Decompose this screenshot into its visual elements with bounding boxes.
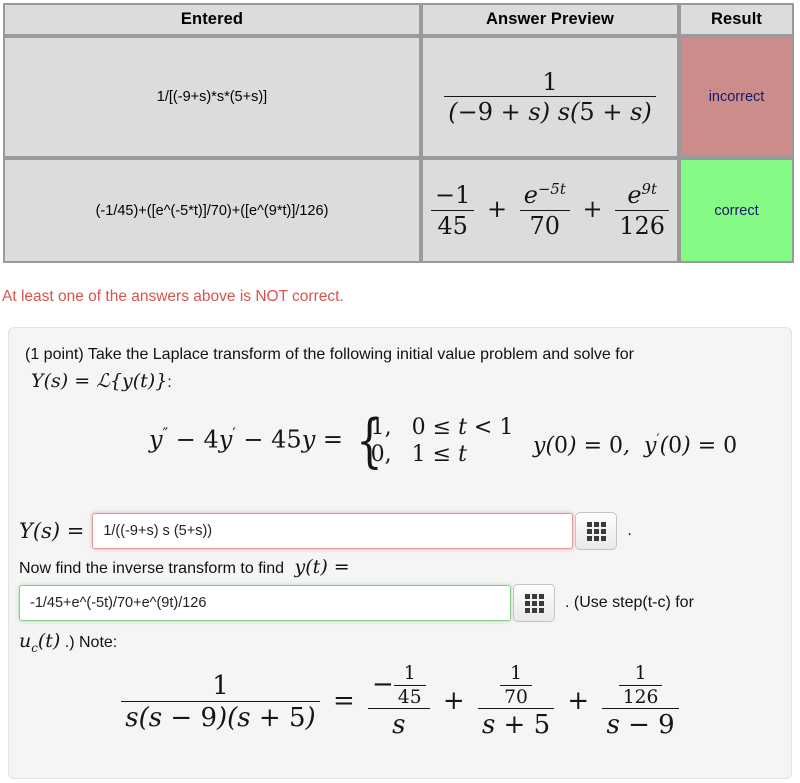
result-status-2: correct xyxy=(679,158,794,263)
answer-input-ys[interactable]: 1/((-9+s) s (5+s)) xyxy=(92,513,574,549)
problem-prompt: (1 point) Take the Laplace transform of … xyxy=(25,342,775,396)
inverse-prompt-text: Now find the inverse transform to find xyxy=(19,560,285,577)
problem-panel: (1 point) Take the Laplace transform of … xyxy=(8,327,792,779)
results-table-container: Entered Answer Preview Result 1/[(-9+s)*… xyxy=(3,3,794,263)
prompt-inline-math: Y(s) = ℒ{y(t)} xyxy=(31,370,168,392)
note-line: uc(t) .) Note: xyxy=(19,630,117,655)
table-row: (-1/45)+([e^(-5*t)]/70)+([e^(9*t)]/126) … xyxy=(3,158,794,263)
preview-expression-2: −1 45 + e−5t 70 + e9t 126 xyxy=(430,180,670,240)
column-header-answer-preview: Answer Preview xyxy=(421,3,679,36)
differential-equation-line: y″ − 4y′ − 45y = { 1, 0 ≤ t < 1 0, 1 ≤ t… xyxy=(25,408,775,486)
results-table: Entered Answer Preview Result 1/[(-9+s)*… xyxy=(3,3,794,263)
answer-preview-2: −1 45 + e−5t 70 + e9t 126 xyxy=(421,158,679,263)
prompt-colon: : xyxy=(167,374,172,391)
preview-1-numerator: 1 xyxy=(542,67,558,96)
differential-equation: y″ − 4y′ − 45y = { 1, 0 ≤ t < 1 0, 1 ≤ t xyxy=(149,406,514,475)
entered-answer-2: (-1/45)+([e^(-5*t)]/70)+([e^(9*t)]/126) xyxy=(3,158,421,263)
case-condition-2: 1 ≤ t xyxy=(411,442,467,467)
case-condition-1: 0 ≤ t < 1 xyxy=(411,415,514,440)
identity-lhs-denominator: s(s − 9)(s + 5) xyxy=(121,700,320,733)
identity-term-1: −1 45 s xyxy=(368,663,430,741)
left-brace: { xyxy=(355,406,383,475)
answer-row-2: -1/45+e^(-5t)/70+e^(9t)/126 . (Use step(… xyxy=(19,584,694,622)
partial-fraction-identity: 1 s(s − 9)(s + 5) = −1 45 s + 1 70 s + 5 +… xyxy=(9,663,791,741)
identity-term-1-numerator: −1 45 xyxy=(368,663,430,708)
entered-answer-1: 1/[(-9+s)*s*(5+s)] xyxy=(3,36,421,158)
identity-expression: 1 s(s − 9)(s + 5) = −1 45 s + 1 70 s + 5 +… xyxy=(121,663,679,740)
inverse-prompt-math: y(t) = xyxy=(294,556,350,578)
keypad-button-2[interactable] xyxy=(513,584,555,622)
keypad-icon xyxy=(586,521,606,541)
initial-conditions: y(0) = 0, y′(0) = 0 xyxy=(533,432,738,459)
note-math-uct: uc(t) xyxy=(19,630,61,655)
table-row: 1/[(-9+s)*s*(5+s)] 1 (−9 + s) s(5 + s) i… xyxy=(3,36,794,158)
answer-1-trailing-period: . xyxy=(627,522,632,539)
identity-term-2-numerator: 1 70 xyxy=(478,663,554,708)
answer-1-label: Y(s) = xyxy=(19,519,85,543)
note-text: .) Note: xyxy=(64,634,118,651)
identity-equals: = xyxy=(332,685,355,716)
identity-lhs-numerator: 1 xyxy=(212,670,229,701)
result-status-1: incorrect xyxy=(679,36,794,158)
keypad-icon xyxy=(524,593,544,613)
identity-term-2-denominator: s + 5 xyxy=(477,708,555,740)
answer-row-1: Y(s) = 1/((-9+s) s (5+s)) . xyxy=(19,512,632,550)
column-header-result: Result xyxy=(679,3,794,36)
identity-term-2: 1 70 s + 5 xyxy=(477,663,555,741)
identity-term-1-denominator: s xyxy=(368,708,430,740)
problem-prompt-text: (1 point) Take the Laplace transform of … xyxy=(25,346,634,363)
answer-preview-1: 1 (−9 + s) s(5 + s) xyxy=(421,36,679,158)
preview-expression-1: 1 (−9 + s) s(5 + s) xyxy=(444,68,656,126)
answer-input-yt[interactable]: -1/45+e^(-5t)/70+e^(9t)/126 xyxy=(19,585,511,621)
column-header-entered: Entered xyxy=(3,3,421,36)
identity-lhs: 1 s(s − 9)(s + 5) xyxy=(121,670,320,733)
identity-term-3-denominator: s − 9 xyxy=(602,708,679,740)
case-row: 0, 1 ≤ t xyxy=(371,441,514,468)
preview-1-denominator: (−9 + s) s(5 + s) xyxy=(444,96,656,126)
identity-term-3-numerator: 1 126 xyxy=(602,663,678,708)
inverse-transform-prompt: Now find the inverse transform to find y… xyxy=(19,556,350,578)
keypad-button-1[interactable] xyxy=(575,512,618,550)
identity-term-3: 1 126 s − 9 xyxy=(602,663,679,741)
piecewise-cases: { 1, 0 ≤ t < 1 0, 1 ≤ t xyxy=(351,406,514,475)
incorrect-answer-alert: At least one of the answers above is NOT… xyxy=(2,288,344,305)
step-function-hint: . (Use step(t-c) for xyxy=(565,594,694,611)
table-header-row: Entered Answer Preview Result xyxy=(3,3,794,36)
case-row: 1, 0 ≤ t < 1 xyxy=(371,414,514,441)
